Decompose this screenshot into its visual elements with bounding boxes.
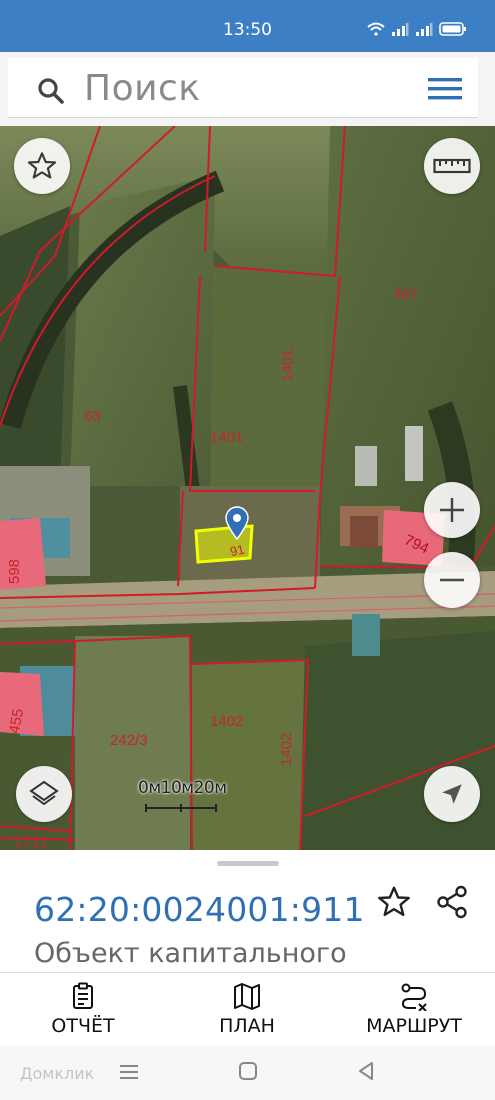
status-bar: 13:50 [0,0,495,52]
plan-action[interactable]: ПЛАН [212,981,282,1037]
parcel-label[interactable]: 63 [84,408,101,425]
route-action[interactable]: МАРШРУТ [354,981,474,1037]
sheet-drag-handle[interactable] [217,861,279,866]
report-action[interactable]: ОТЧЁТ [46,981,120,1037]
cadastral-number: 62:20:0024001:911 [34,890,365,929]
map-view[interactable]: 63 1401 1401 367 91 794 598 455 242/3 14… [0,126,495,850]
search-icon[interactable] [36,76,66,106]
ruler-icon [433,158,471,174]
search-box[interactable]: Поиск [8,58,478,118]
parcel-label[interactable]: 1402 [278,733,295,766]
report-clipboard-icon [73,982,93,1009]
navigation-arrow-icon [442,784,462,804]
parcel-label[interactable]: 1402 [210,713,243,730]
zoom-in-button[interactable] [424,482,480,538]
report-label: ОТЧЁТ [51,1015,115,1037]
signal-icon-2 [416,23,433,36]
plan-label: ПЛАН [219,1015,275,1037]
route-label: МАРШРУТ [366,1015,462,1037]
minus-icon [440,578,464,582]
scale-ruler [145,804,217,812]
menu-icon[interactable] [428,76,462,102]
search-bar: Поиск [0,52,495,126]
route-icon [401,983,427,1011]
satellite-imagery [0,126,495,850]
my-location-button[interactable] [424,766,480,822]
plan-map-icon [234,983,260,1010]
signal-icon [392,23,409,36]
wifi-icon [367,22,385,36]
favorites-button[interactable] [14,138,70,194]
layers-icon [29,780,59,806]
parcel-label[interactable]: 1731 [14,834,47,850]
battery-icon [439,22,466,36]
star-icon [27,152,57,179]
back-icon[interactable] [356,1061,376,1081]
object-type: Объект капитального [34,938,347,969]
action-bar: ОТЧЁТ ПЛАН МАРШРУТ [0,972,495,1046]
layers-button[interactable] [16,766,72,822]
parcel-label[interactable]: 1401 [210,429,243,446]
location-pin-icon[interactable] [224,506,250,540]
system-nav-bar: Домклик [0,1046,495,1100]
ruler-button[interactable] [424,138,480,194]
parcel-label[interactable]: 1401 [279,349,296,382]
search-input[interactable]: Поиск [84,68,201,109]
watermark: Домклик [20,1064,95,1083]
favorite-star-icon[interactable] [376,884,412,920]
plus-icon [440,498,464,522]
scale-label: 0м10м20м [138,778,227,798]
share-icon[interactable] [434,884,470,920]
recent-apps-icon[interactable] [118,1062,140,1082]
zoom-out-button[interactable] [424,552,480,608]
scale-bar: 0м10м20м [138,778,227,817]
parcel-info-sheet[interactable]: 62:20:0024001:911 Объект капитального [0,850,495,972]
parcel-label[interactable]: 242/3 [110,732,148,749]
home-icon[interactable] [238,1061,258,1081]
parcel-label[interactable]: 367 [393,286,418,303]
parcel-label[interactable]: 91 [229,542,246,560]
status-icons [367,22,467,36]
parcel-label[interactable]: 598 [6,559,23,584]
